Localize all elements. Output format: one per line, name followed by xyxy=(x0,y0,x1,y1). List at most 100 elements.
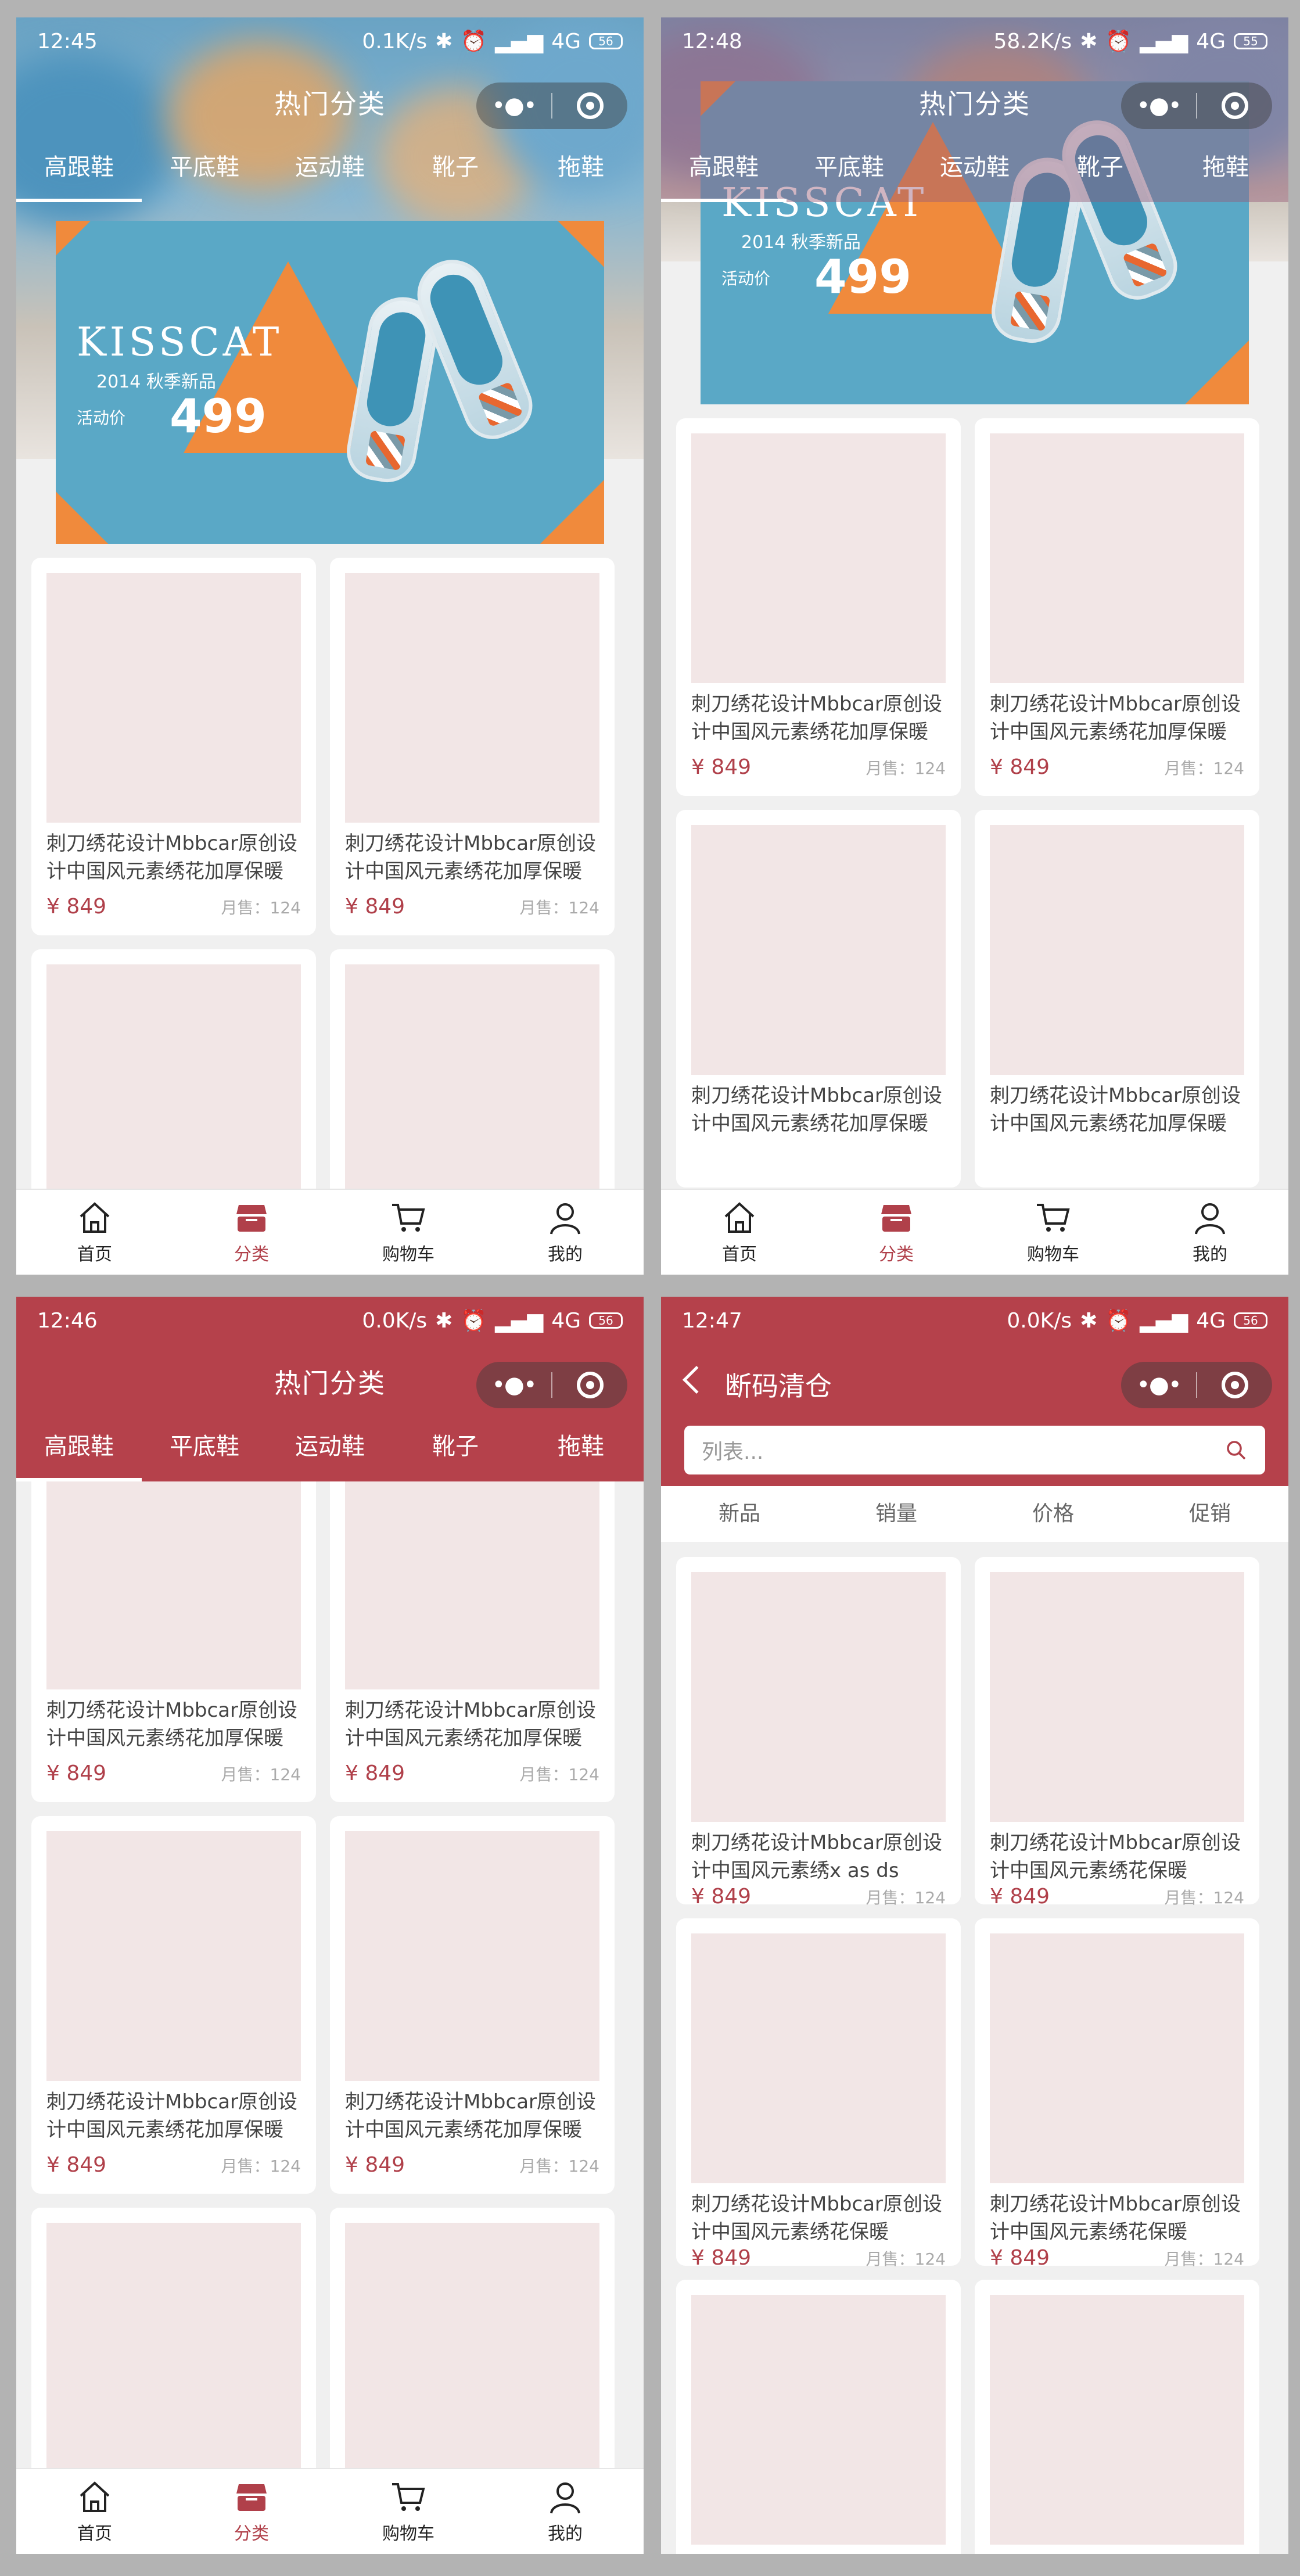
product-card[interactable]: 刺刀绣花设计Mbbcar原创设计中国风元素绣花加厚保暖 ¥ 849 月售：124 xyxy=(975,418,1259,796)
product-card[interactable]: 刺刀绣花设计Mbbcar原创设计中国风元素绣花保暖 ¥ 849 月售：124 xyxy=(676,1918,961,2270)
product-name: 刺刀绣花设计Mbbcar原创设计中国风元素绣花加厚保暖 xyxy=(691,693,943,744)
tabbar-mine[interactable]: 我的 xyxy=(487,2469,644,2554)
more-button[interactable]: •●• xyxy=(476,1362,551,1408)
product-image xyxy=(345,1831,599,2081)
product-sales: 月售：124 xyxy=(519,2156,599,2176)
more-button[interactable]: •●• xyxy=(1121,82,1196,129)
promo-banner[interactable]: KISSCAT 2014 秋季新品 活动价 499 xyxy=(56,221,604,544)
product-card[interactable]: 刺刀绣花设计Mbbcar原创设计中国风元素绣花保暖 ¥ 849 月售：124 xyxy=(975,1557,1259,1908)
nav-bar: 热门分类 •●• xyxy=(661,65,1288,139)
tabbar-cart-label: 购物车 xyxy=(382,2524,434,2544)
bottom-tab-bar: 首页 分类 购物车 我的 xyxy=(661,1189,1288,1275)
target-icon xyxy=(576,1372,604,1398)
tabbar-home[interactable]: 首页 xyxy=(16,1190,173,1275)
search-input[interactable]: 列表... xyxy=(684,1426,1265,1474)
page-title: 热门分类 xyxy=(274,1368,386,1399)
network-speed: 0.0K/s xyxy=(1007,1308,1072,1333)
product-card[interactable]: 刺刀绣花设计Mbbcar原创设计中国风元素绣花保暖 ¥ 849 月售：124 xyxy=(975,1918,1259,2270)
more-button[interactable]: •●• xyxy=(476,82,551,129)
more-button[interactable]: •●• xyxy=(1121,1362,1196,1408)
screen-clearance-list: 12:47 0.0K/s ✱ ⏰ ▂▄▆ 4G 56 断码清仓 •●• 列表..… xyxy=(661,1297,1288,2554)
product-image xyxy=(990,1572,1244,1822)
product-image xyxy=(46,964,301,1214)
tabbar-mine[interactable]: 我的 xyxy=(1132,1190,1288,1275)
tab-slippers[interactable]: 拖鞋 xyxy=(518,139,644,202)
tabbar-category[interactable]: 分类 xyxy=(173,1190,330,1275)
mini-program-capsule: •●• xyxy=(1121,1362,1272,1408)
product-name: 刺刀绣花设计Mbbcar原创设计中国风元素绣花加厚保暖 xyxy=(46,832,298,883)
banner-price-label: 活动价 xyxy=(77,408,126,428)
tab-flats[interactable]: 平底鞋 xyxy=(787,139,912,202)
tab-sneakers[interactable]: 运动鞋 xyxy=(267,139,393,202)
tabbar-mine-label: 我的 xyxy=(548,2524,583,2544)
tabbar-cart[interactable]: 购物车 xyxy=(330,2469,487,2554)
product-card[interactable]: 刺刀绣花设计Mbbcar原创设计中国风元素绣x as ds ¥ 849 月售：124 xyxy=(676,1557,961,1908)
network-type: 4G xyxy=(1196,1308,1226,1333)
tabbar-home[interactable]: 首页 xyxy=(661,1190,818,1275)
close-button[interactable] xyxy=(552,82,627,129)
product-card[interactable]: 刺刀绣花设计Mbbcar原创设计中国风元素绣花加厚保暖 ¥ 849 月售：124 xyxy=(676,418,961,796)
close-button[interactable] xyxy=(1197,1362,1272,1408)
back-chevron-icon[interactable] xyxy=(682,1365,711,1394)
nav-bar: 热门分类 •●• xyxy=(16,65,644,139)
close-button[interactable] xyxy=(1197,82,1272,129)
page-title: 断码清仓 xyxy=(725,1370,832,1402)
home-icon xyxy=(80,2481,110,2512)
bluetooth-icon: ✱ xyxy=(1080,1308,1098,1333)
product-image xyxy=(691,825,946,1075)
product-card[interactable]: 刺刀绣花设计Mbbcar原创设计中国风元素绣花加厚保暖 ¥ 849 月售：124 xyxy=(330,1816,615,2194)
tab-slippers[interactable]: 拖鞋 xyxy=(518,1419,644,1481)
tabbar-mine[interactable]: 我的 xyxy=(487,1190,644,1275)
screen-category-red-header: 刺刀绣花设计Mbbcar原创设计中国风元素绣花加厚保暖 ¥ 849 月售：124 刺… xyxy=(16,1297,644,2554)
tab-boots[interactable]: 靴子 xyxy=(1037,139,1163,202)
product-card[interactable]: 刺刀绣花设计Mbbcar原创设计中国风元素绣花加厚保暖 ¥ 849 月售：124 xyxy=(330,558,615,935)
close-button[interactable] xyxy=(552,1362,627,1408)
tab-boots[interactable]: 靴子 xyxy=(393,139,518,202)
product-card[interactable]: 刺刀绣花设计Mbbcar原创设计中国风元素绣花加厚保暖 xyxy=(676,810,961,1187)
user-icon xyxy=(550,2482,580,2514)
sort-price[interactable]: 价格 xyxy=(975,1486,1132,1542)
tab-sneakers[interactable]: 运动鞋 xyxy=(912,139,1037,202)
cart-icon xyxy=(392,2483,425,2511)
product-price: ¥ 849 xyxy=(691,2246,752,2270)
search-placeholder: 列表... xyxy=(702,1440,764,1464)
tab-high-heels[interactable]: 高跟鞋 xyxy=(16,139,142,202)
sort-promo[interactable]: 促销 xyxy=(1132,1486,1288,1542)
product-card[interactable] xyxy=(676,2280,961,2554)
status-time: 12:47 xyxy=(682,1308,742,1333)
banner-price: 499 xyxy=(170,389,267,443)
product-image xyxy=(46,2223,301,2473)
sort-new[interactable]: 新品 xyxy=(661,1486,818,1542)
tabbar-category[interactable]: 分类 xyxy=(818,1190,975,1275)
sort-sales[interactable]: 销量 xyxy=(818,1486,975,1542)
tabbar-cart[interactable]: 购物车 xyxy=(975,1190,1132,1275)
product-card[interactable]: 刺刀绣花设计Mbbcar原创设计中国风元素绣花加厚保暖 ¥ 849 月售：124 xyxy=(31,558,316,935)
bluetooth-icon: ✱ xyxy=(435,29,453,53)
tab-boots[interactable]: 靴子 xyxy=(393,1419,518,1481)
product-price: ¥ 849 xyxy=(691,755,752,779)
alarm-icon: ⏰ xyxy=(461,1309,487,1333)
product-image xyxy=(691,433,946,683)
product-card[interactable]: 刺刀绣花设计Mbbcar原创设计中国风元素绣花加厚保暖 xyxy=(975,810,1259,1187)
network-type: 4G xyxy=(551,29,581,53)
tab-flats[interactable]: 平底鞋 xyxy=(142,1419,267,1481)
product-card[interactable] xyxy=(975,2280,1259,2554)
tab-high-heels[interactable]: 高跟鞋 xyxy=(661,139,787,202)
tab-flats[interactable]: 平底鞋 xyxy=(142,139,267,202)
tab-sneakers[interactable]: 运动鞋 xyxy=(267,1419,393,1481)
tab-high-heels[interactable]: 高跟鞋 xyxy=(16,1419,142,1481)
tab-slippers[interactable]: 拖鞋 xyxy=(1163,139,1288,202)
status-time: 12:45 xyxy=(37,29,98,53)
user-icon xyxy=(550,1203,580,1235)
cart-icon xyxy=(1037,1204,1070,1232)
product-name: 刺刀绣花设计Mbbcar原创设计中国风元素绣花加厚保暖 xyxy=(345,1699,597,1750)
tabbar-home[interactable]: 首页 xyxy=(16,2469,173,2554)
tabbar-cart[interactable]: 购物车 xyxy=(330,1190,487,1275)
category-tabs: 高跟鞋 平底鞋 运动鞋 靴子 拖鞋 xyxy=(661,139,1288,202)
tabbar-category[interactable]: 分类 xyxy=(173,2469,330,2554)
status-bar: 12:48 58.2K/s ✱ ⏰ ▂▄▆ 4G 55 xyxy=(661,17,1288,65)
network-speed: 58.2K/s xyxy=(993,29,1072,53)
product-image xyxy=(345,573,599,823)
product-price: ¥ 849 xyxy=(990,1885,1050,1908)
product-card[interactable]: 刺刀绣花设计Mbbcar原创设计中国风元素绣花加厚保暖 ¥ 849 月售：124 xyxy=(31,1816,316,2194)
